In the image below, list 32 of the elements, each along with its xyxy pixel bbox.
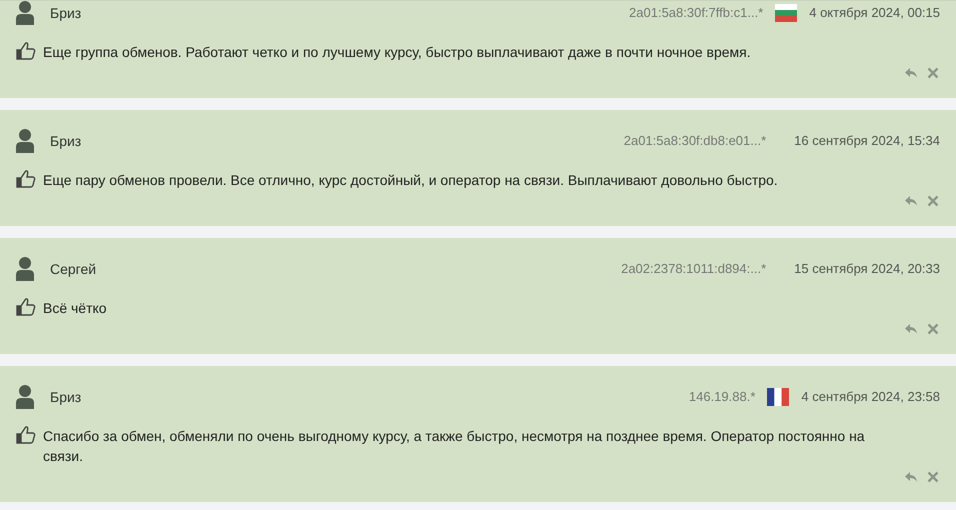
user-icon: [16, 257, 34, 281]
comment-date: 15 сентября 2024, 20:33: [794, 260, 940, 278]
ip-address: 2a02:2378:1011:d894:...*: [621, 260, 766, 278]
delete-icon[interactable]: [927, 323, 939, 335]
user-icon: [16, 1, 34, 25]
delete-icon[interactable]: [927, 471, 939, 483]
reply-icon[interactable]: [904, 195, 918, 207]
thumbs-up-icon: [16, 426, 36, 444]
reply-icon[interactable]: [904, 323, 918, 335]
author-name: Сергей: [50, 260, 96, 279]
user-icon: [16, 385, 34, 409]
thumbs-up-icon: [16, 170, 36, 188]
ip-address: 2a01:5a8:30f:7ffb:c1...*: [629, 4, 764, 22]
reply-icon[interactable]: [904, 67, 918, 79]
thumbs-up-icon: [16, 298, 36, 316]
ip-address: 146.19.88.*: [688, 388, 756, 406]
user-icon: [16, 129, 34, 153]
reply-icon[interactable]: [904, 471, 918, 483]
comment-text: Еще группа обменов. Работают четко и по лучшему курсу, быстро выплачивают даже в почти ночное время.: [43, 43, 751, 62]
comment-text: Еще пару обменов провели. Все отлично, курс достойный, и оператор на связи. Выплачивают довольно быстро.: [43, 171, 778, 190]
comment-date: 4 сентября 2024, 23:58: [801, 388, 940, 406]
comment-text: Всё чётко: [43, 299, 107, 318]
delete-icon[interactable]: [927, 195, 939, 207]
ip-address: 2a01:5a8:30f:db8:e01...*: [624, 132, 766, 150]
delete-icon[interactable]: [927, 67, 939, 79]
comment-text: Спасибо за обмен, обменяли по очень выгодному курсу, а также быстро, несмотря на позднее время. Оператор постоянно на связи.: [43, 427, 866, 466]
comment-date: 16 сентября 2024, 15:34: [794, 132, 940, 150]
author-name: Бриз: [50, 388, 82, 407]
author-name: Бриз: [50, 132, 82, 151]
comment-date: 4 октября 2024, 00:15: [809, 4, 940, 22]
author-name: Бриз: [50, 4, 82, 23]
thumbs-up-icon: [16, 42, 36, 60]
